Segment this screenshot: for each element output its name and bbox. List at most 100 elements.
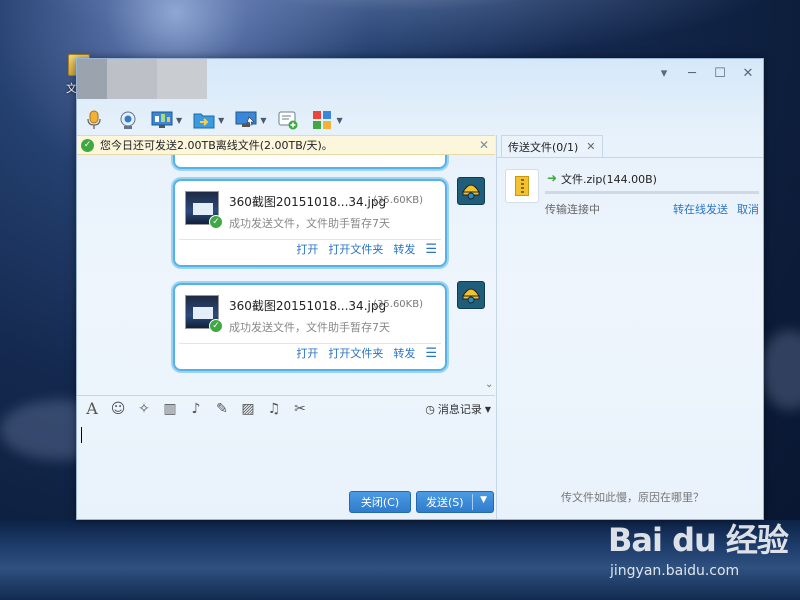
text-caret — [81, 427, 82, 443]
file-name: 360截图20151018...34.jpg — [229, 195, 387, 209]
transfer-status: 传输连接中 — [545, 203, 600, 216]
music-icon[interactable]: ♫ — [265, 400, 283, 418]
success-check-icon: ✓ — [209, 319, 223, 333]
send-button[interactable]: 发送(S) ▼ — [416, 491, 494, 513]
transfer-status: 成功发送文件，文件助手暂存7天 — [229, 217, 390, 230]
add-app-icon — [276, 109, 300, 131]
transfer-file-name: 文件.zip(144.00B) — [561, 173, 657, 186]
image-icon[interactable]: ▨ — [239, 400, 257, 418]
minimize-button[interactable]: ─ — [681, 63, 703, 83]
notice-text: 您今日还可发送2.00TB离线文件(2.00TB/天)。 — [100, 139, 333, 152]
desktop-moon-glow — [0, 0, 800, 60]
close-icon[interactable]: ✕ — [479, 138, 489, 152]
maximize-button[interactable]: ☐ — [709, 63, 731, 83]
transfer-progress-bar — [545, 191, 759, 194]
thumbnail-window — [193, 307, 213, 319]
chevron-down-icon: ▼ — [484, 404, 491, 414]
chevron-down-icon: ▼ — [260, 115, 267, 125]
file-size: (35.60KB) — [373, 195, 423, 206]
scroll-down-chevron-icon[interactable]: ⌄ — [485, 379, 493, 390]
more-menu-icon[interactable]: ☰ — [425, 242, 437, 257]
chevron-down-icon: ▼ — [336, 115, 343, 125]
divider — [179, 239, 441, 240]
blurred-avatar — [77, 59, 107, 99]
blurred-signature — [157, 59, 207, 99]
open-folder-link[interactable]: 打开文件夹 — [328, 345, 383, 361]
send-options-chevron-icon[interactable]: ▼ — [480, 495, 487, 505]
more-menu-icon[interactable]: ☰ — [425, 346, 437, 361]
file-name: 360截图20151018...34.jpg — [229, 299, 387, 313]
avatar[interactable] — [457, 177, 485, 205]
forward-link[interactable]: 转发 — [393, 241, 415, 257]
edit-icon[interactable]: ✎ — [213, 400, 231, 418]
switch-online-link[interactable]: 转在线发送 — [673, 201, 728, 217]
apps-grid-button[interactable]: ▼ — [307, 106, 345, 134]
message-actions: 打开 打开文件夹 转发 ☰ — [296, 241, 437, 257]
input-toolbar: A ☺ ✧ ▥ ♪ ✎ ▨ ♫ ✂ ◷ 消息记录 ▼ — [77, 395, 495, 421]
message-input[interactable] — [77, 421, 495, 487]
zip-icon — [515, 176, 529, 196]
close-window-button[interactable]: ✕ — [737, 63, 759, 83]
watermark-brand: Bai du 经验 — [608, 521, 789, 559]
screen-share-icon — [150, 109, 174, 131]
shake-icon[interactable]: ✧ — [135, 400, 153, 418]
zip-file-icon — [505, 169, 539, 203]
video-clip-icon[interactable]: ▥ — [161, 400, 179, 418]
remote-assist-button[interactable]: ▼ — [231, 106, 269, 134]
open-file-link[interactable]: 打开 — [296, 241, 318, 257]
message-actions: 打开 打开文件夹 转发 ☰ — [296, 345, 437, 361]
window-controls: ▾ ─ ☐ ✕ — [653, 63, 759, 83]
tab-label: 传送文件(0/1) — [508, 140, 579, 154]
open-file-link[interactable]: 打开 — [296, 345, 318, 361]
file-size: (35.60KB) — [373, 299, 423, 310]
window-menu-button[interactable]: ▾ — [653, 63, 675, 83]
font-icon[interactable]: A — [83, 399, 101, 418]
previous-message-bubble — [173, 155, 447, 169]
remote-assist-icon — [234, 109, 258, 131]
message-history-button[interactable]: ◷ 消息记录 ▼ — [425, 401, 491, 417]
file-message-bubble: ✓ 360截图20151018...34.jpg (35.60KB) 成功发送文… — [173, 179, 447, 267]
forward-link[interactable]: 转发 — [393, 345, 415, 361]
file-transfer-panel: 传送文件(0/1) ✕ ➜ 文件.zip(144.00B) 传输连接中 转在线发… — [496, 135, 763, 519]
check-icon: ✓ — [81, 138, 94, 152]
offline-file-notice: ✓ 您今日还可发送2.00TB离线文件(2.00TB/天)。 ✕ — [77, 135, 495, 155]
thumbnail-window — [193, 203, 213, 215]
emoji-icon[interactable]: ☺ — [109, 400, 127, 418]
voice-message-icon[interactable]: ♪ — [187, 400, 205, 418]
tab-file-transfer[interactable]: 传送文件(0/1) ✕ — [501, 135, 603, 157]
avatar[interactable] — [457, 281, 485, 309]
baidu-jingyan-watermark: Bai du 经验 jingyan.baidu.com — [608, 515, 798, 595]
watermark-url: jingyan.baidu.com — [610, 563, 740, 579]
upload-arrow-icon: ➜ — [547, 171, 558, 185]
history-label: 消息记录 — [437, 403, 482, 416]
video-call-button[interactable] — [113, 106, 143, 134]
close-icon[interactable]: ✕ — [586, 140, 595, 153]
send-label: 发送(S) — [426, 496, 464, 509]
apps-grid-icon — [310, 109, 334, 131]
slow-transfer-help-link[interactable]: 传文件如此慢，原因在哪里？ — [561, 489, 704, 505]
blurred-name — [107, 59, 157, 99]
chat-window: ▾ ─ ☐ ✕ ▼ ▼ ▼ ▼ ✓ 您今日还可发送2.00TB离线文件(2.00… — [76, 58, 764, 520]
divider — [472, 494, 473, 510]
send-file-button[interactable]: ▼ — [189, 106, 227, 134]
screen-share-button[interactable]: ▼ — [147, 106, 185, 134]
close-button[interactable]: 关闭(C) — [349, 491, 411, 513]
divider — [179, 343, 441, 344]
file-message-bubble: ✓ 360截图20151018...34.jpg (35.60KB) 成功发送文… — [173, 283, 447, 371]
microphone-icon — [82, 109, 106, 131]
chat-toolbar: ▼ ▼ ▼ ▼ — [79, 105, 346, 135]
webcam-icon — [116, 109, 140, 131]
divider — [497, 157, 763, 158]
add-app-button[interactable] — [273, 106, 303, 134]
chat-messages: ✓ 360截图20151018...34.jpg (35.60KB) 成功发送文… — [77, 155, 495, 395]
screenshot-scissors-icon[interactable]: ✂ — [291, 400, 309, 418]
cloud — [760, 330, 800, 410]
chevron-down-icon: ▼ — [218, 115, 225, 125]
success-check-icon: ✓ — [209, 215, 223, 229]
send-file-icon — [192, 109, 216, 131]
chevron-down-icon: ▼ — [176, 115, 183, 125]
open-folder-link[interactable]: 打开文件夹 — [328, 241, 383, 257]
voice-call-button[interactable] — [79, 106, 109, 134]
cancel-link[interactable]: 取消 — [737, 201, 759, 217]
clock-icon: ◷ — [425, 402, 435, 416]
